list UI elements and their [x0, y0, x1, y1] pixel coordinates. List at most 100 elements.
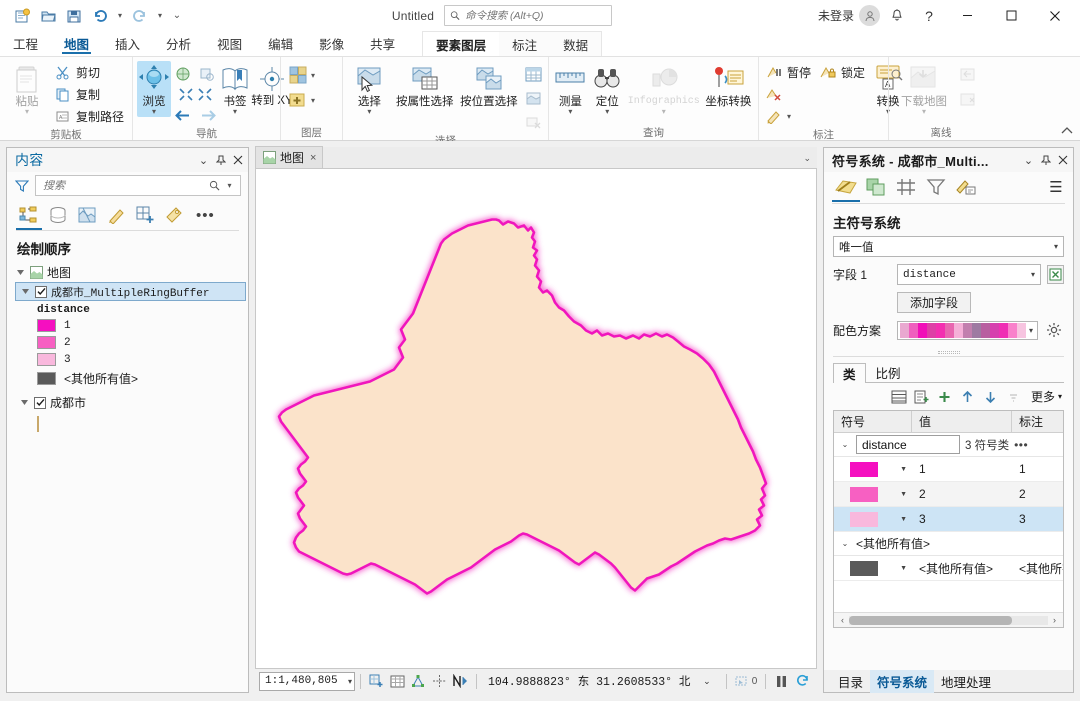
ribbon-tab-map[interactable]: 地图 [51, 31, 102, 56]
table-row-other[interactable]: ▼ <其他所有值> <其他所有 [834, 556, 1063, 581]
list-by-selection-icon[interactable] [74, 203, 100, 227]
customize-qat-icon[interactable]: ⌄ [168, 5, 186, 27]
contents-more-icon[interactable]: ••• [196, 207, 215, 224]
sync-map-icon[interactable] [957, 64, 979, 86]
select-button[interactable]: 选择 ▾ [347, 61, 392, 117]
row-symbol-caret-icon[interactable]: ▼ [900, 466, 907, 473]
basemap-icon[interactable] [287, 64, 309, 86]
clear-labels-button[interactable] [763, 84, 869, 105]
buffer-layer-twisty-icon[interactable] [20, 286, 31, 297]
add-data-icon[interactable] [287, 89, 309, 111]
row-label[interactable]: <其他所有 [1012, 556, 1063, 580]
list-by-labeling-icon[interactable] [161, 203, 187, 227]
undo-icon[interactable] [88, 5, 112, 27]
list-by-editing-icon[interactable] [103, 203, 129, 227]
tab-catalog[interactable]: 目录 [831, 670, 870, 693]
close-button[interactable] [1034, 1, 1076, 31]
table-row[interactable]: ▼ 2 2 [834, 482, 1063, 507]
symbology-pin-icon[interactable] [1037, 150, 1054, 170]
crosshair-icon[interactable] [429, 671, 450, 691]
select-by-attributes-button[interactable]: 按属性选择 [394, 61, 456, 110]
set-expression-icon[interactable] [1047, 265, 1064, 284]
coordinate-conversion-button[interactable]: 坐标转换 [703, 61, 754, 110]
zoom-in-fixed-icon[interactable] [177, 86, 195, 102]
scroll-thumb[interactable] [849, 615, 1013, 625]
infographics-caret-icon[interactable]: ▾ [662, 108, 666, 116]
primary-symbology-select[interactable]: 唯一值 ▾ [833, 236, 1064, 257]
class-group-options-icon[interactable]: ••• [1014, 438, 1028, 452]
color-scheme-caret-icon[interactable]: ▾ [1026, 326, 1036, 335]
pause-labeling-button[interactable]: 暂停 [763, 62, 815, 83]
snapping-icon[interactable] [408, 671, 429, 691]
other-values-twisty-icon[interactable]: ⌄ [839, 539, 851, 548]
contents-close-icon[interactable] [229, 150, 246, 170]
table-row[interactable]: ▼ 3 3 [834, 507, 1063, 532]
ribbon-tab-data[interactable]: 数据 [550, 32, 601, 56]
redo-dropdown-icon[interactable]: ▾ [154, 5, 166, 27]
chengdu-layer-checkbox[interactable] [34, 396, 46, 409]
tab-classes[interactable]: 类 [833, 363, 866, 383]
add-data-caret-icon[interactable]: ▾ [311, 96, 315, 105]
row-value[interactable]: 3 [912, 507, 1012, 531]
scroll-right-icon[interactable]: › [1048, 615, 1061, 625]
notifications-icon[interactable] [882, 4, 912, 28]
scroll-track[interactable] [849, 615, 1048, 625]
mask-icon[interactable] [921, 174, 951, 200]
other-values-group-row[interactable]: ⌄ <其他所有值> [834, 532, 1063, 556]
scroll-left-icon[interactable]: ‹ [836, 615, 849, 625]
toc-layer-buffer[interactable]: 成都市_MultipleRingBuffer [15, 282, 246, 301]
contents-pin-icon[interactable] [212, 150, 229, 170]
class-table-more-button[interactable]: 更多 ▾ [1031, 388, 1062, 405]
attribute-table-icon[interactable] [387, 671, 408, 691]
ribbon-tab-insert[interactable]: 插入 [102, 31, 153, 56]
ribbon-tab-view[interactable]: 视图 [204, 31, 255, 56]
measure-caret-icon[interactable]: ▾ [568, 108, 572, 116]
class-table-horizontal-scrollbar[interactable]: ‹ › [834, 612, 1063, 627]
contents-menu-icon[interactable]: ⌄ [195, 150, 212, 170]
zoom-out-fixed-icon[interactable] [196, 86, 214, 102]
selected-features-icon[interactable]: 0 [732, 671, 760, 691]
list-by-drawing-order-icon[interactable] [16, 203, 42, 230]
color-scheme-select[interactable]: ▾ [897, 320, 1038, 340]
contents-search-input[interactable] [43, 179, 207, 192]
buffer-layer-checkbox[interactable] [35, 285, 47, 298]
save-project-icon[interactable] [62, 5, 86, 27]
redo-icon[interactable] [128, 5, 152, 27]
add-field-button[interactable]: 添加字段 [897, 292, 972, 313]
pause-drawing-icon[interactable] [771, 671, 792, 691]
field-caret-icon[interactable]: ▾ [1028, 270, 1038, 279]
refresh-icon[interactable] [792, 671, 813, 691]
tab-geoprocessing[interactable]: 地理处理 [934, 670, 998, 693]
class-group-twisty-icon[interactable]: ⌄ [839, 440, 851, 449]
add-all-values-icon[interactable] [912, 387, 932, 406]
bookmarks-button[interactable]: 书签 ▾ [219, 61, 251, 117]
row-label[interactable]: 3 [1012, 507, 1063, 531]
row-symbol-cell[interactable]: ▼ [834, 482, 912, 506]
download-map-button[interactable]: 下载地图 ▾ [893, 61, 955, 117]
collapse-ribbon-icon[interactable] [1059, 123, 1075, 137]
download-map-caret-icon[interactable]: ▾ [922, 108, 926, 116]
explore-caret-icon[interactable]: ▾ [152, 108, 156, 116]
table-row[interactable]: ▼ 1 1 [834, 457, 1063, 482]
map-scale-control[interactable]: 1:1,480,805 ▾ [259, 671, 355, 691]
select-caret-icon[interactable]: ▾ [367, 108, 371, 116]
row-symbol-swatch[interactable] [850, 560, 878, 576]
label-symbology-icon[interactable] [951, 174, 981, 200]
vary-symbology-icon[interactable] [861, 174, 891, 200]
symbology-menu-icon[interactable]: ⌄ [1020, 150, 1037, 170]
previous-extent-icon[interactable] [171, 104, 193, 126]
copy-button[interactable]: 复制 [52, 84, 128, 105]
tab-symbology[interactable]: 符号系统 [870, 669, 935, 693]
row-symbol-cell[interactable]: ▼ [834, 507, 912, 531]
primary-symbology-caret-icon[interactable]: ▾ [1051, 242, 1061, 251]
explore-button[interactable]: 浏览 ▾ [137, 61, 171, 117]
avatar[interactable] [859, 5, 880, 26]
north-arrow-icon[interactable] [450, 671, 471, 691]
row-symbol-caret-icon[interactable]: ▼ [900, 491, 907, 498]
coordinate-units-caret-icon[interactable]: ⌄ [696, 671, 717, 691]
ribbon-tab-project[interactable]: 工程 [0, 31, 51, 56]
minimize-button[interactable] [946, 1, 988, 31]
filter-icon[interactable] [14, 178, 30, 194]
paste-caret-icon[interactable]: ▾ [25, 108, 29, 116]
locate-caret-icon[interactable]: ▾ [605, 108, 609, 116]
